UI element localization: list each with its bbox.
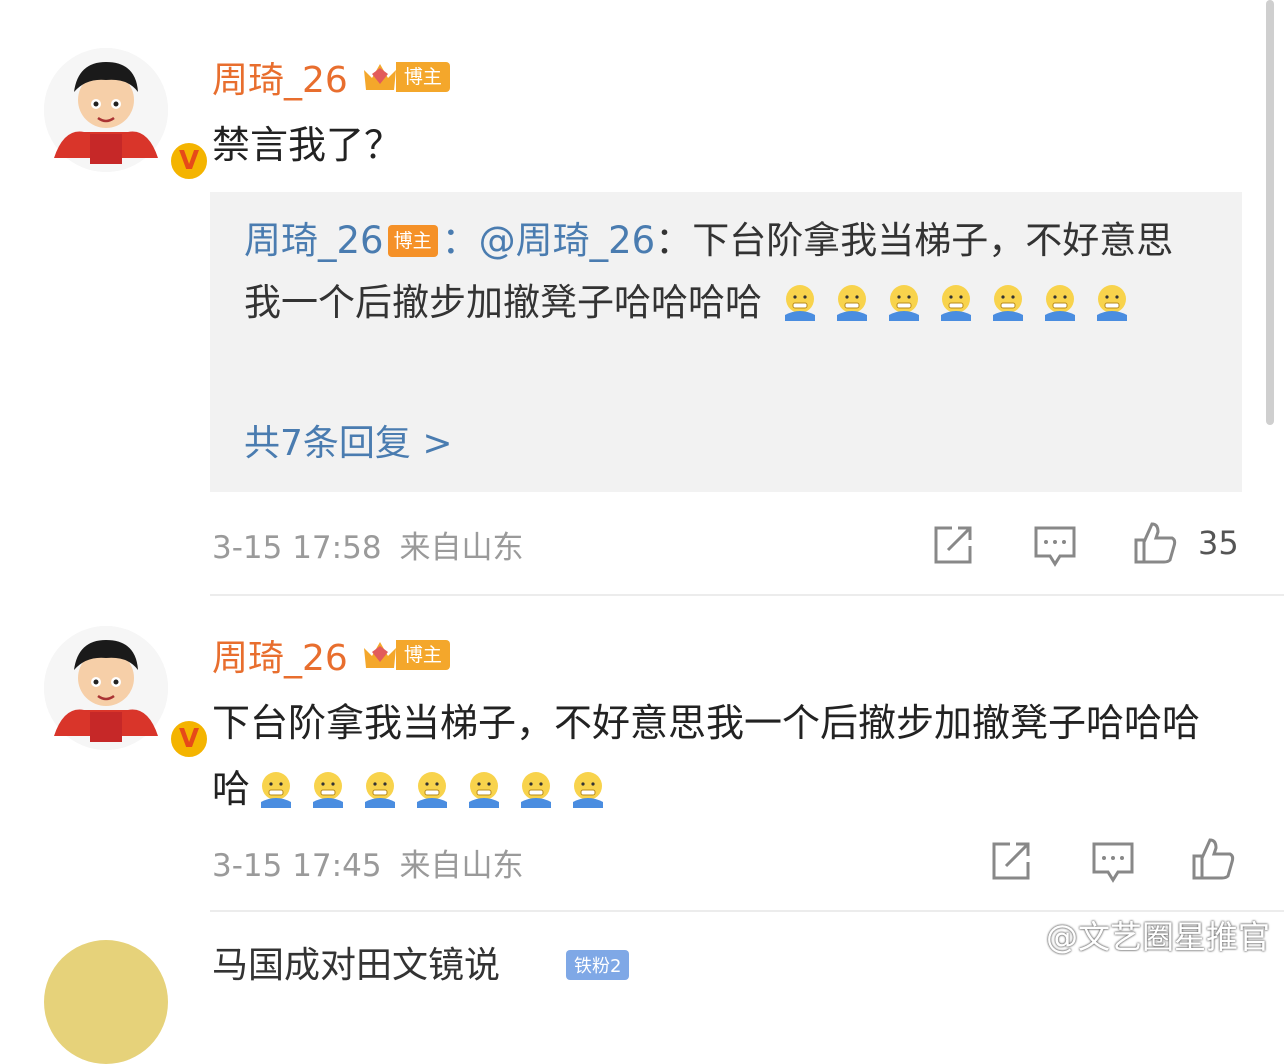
quote-text: 周琦_26 博主 ：@周琦_26：下台阶拿我当梯子，不好意思我一个后撤步加撤凳子哈哈… bbox=[244, 210, 1204, 334]
avatar[interactable]: V bbox=[44, 626, 210, 760]
pray-emoji-icon bbox=[466, 770, 502, 810]
pray-emoji-icon bbox=[990, 283, 1026, 323]
pray-emoji-icon bbox=[782, 283, 818, 323]
pray-emoji-icon bbox=[258, 770, 294, 810]
pray-emoji-icon bbox=[886, 283, 922, 323]
pray-emoji-icon bbox=[570, 770, 606, 810]
quote-mention[interactable]: ：@周琦_26 bbox=[442, 219, 656, 262]
comment-meta: 3-15 17:45 来自山东 bbox=[212, 840, 524, 885]
share-icon[interactable] bbox=[930, 522, 976, 568]
comment-icon[interactable] bbox=[1090, 838, 1136, 884]
pray-emoji-icon bbox=[362, 770, 398, 810]
quote-username[interactable]: 周琦_26 bbox=[244, 219, 384, 262]
pray-emoji-icon bbox=[1042, 283, 1078, 323]
pray-emoji-icon bbox=[414, 770, 450, 810]
blogger-badge: 博主 bbox=[360, 60, 450, 94]
pray-emoji-icon bbox=[834, 283, 870, 323]
crown-icon bbox=[363, 64, 396, 90]
watermark: @文艺圈星推官 bbox=[1045, 918, 1270, 956]
name-row: 周琦_26 博主 bbox=[212, 630, 450, 680]
like-icon[interactable] bbox=[1190, 836, 1236, 882]
name-row: 周琦_26 博主 bbox=[212, 52, 450, 102]
timestamp: 3-15 17:45 bbox=[212, 848, 382, 884]
like-count: 35 bbox=[1198, 524, 1239, 562]
comment-text: 禁言我了？ bbox=[212, 123, 403, 167]
comment-text: 下台阶拿我当梯子，不好意思我一个后撤步加撤凳子哈哈哈哈 bbox=[212, 701, 1201, 811]
pray-emoji-icon bbox=[1094, 283, 1130, 323]
badge-label: 博主 bbox=[395, 62, 450, 92]
verified-icon: V bbox=[168, 140, 210, 182]
verified-icon: V bbox=[168, 718, 210, 760]
fan-badge: 铁粉2 bbox=[566, 950, 630, 980]
share-icon[interactable] bbox=[988, 838, 1034, 884]
pray-emoji-icon bbox=[310, 770, 346, 810]
timestamp: 3-15 17:58 bbox=[212, 530, 382, 566]
like-icon[interactable] bbox=[1132, 520, 1178, 566]
blogger-badge: 博主 bbox=[360, 638, 450, 672]
quoted-reply[interactable]: 周琦_26 博主 ：@周琦_26：下台阶拿我当梯子，不好意思我一个后撤步加撤凳子哈哈… bbox=[210, 192, 1242, 492]
more-replies-link[interactable]: 共7条回复 > bbox=[244, 414, 453, 466]
avatar[interactable]: V bbox=[44, 48, 210, 182]
crown-icon bbox=[363, 642, 396, 668]
comment-icon[interactable] bbox=[1032, 522, 1078, 568]
pray-emoji-icon bbox=[518, 770, 554, 810]
username[interactable]: 马国成对田文镜说 bbox=[212, 936, 500, 988]
location: 来自山东 bbox=[399, 848, 524, 884]
avatar[interactable] bbox=[44, 940, 168, 1064]
scrollbar[interactable] bbox=[1266, 0, 1274, 425]
comment-meta: 3-15 17:58 来自山东 bbox=[212, 522, 524, 567]
blog-tag: 博主 bbox=[387, 225, 438, 257]
pray-emoji-icon bbox=[938, 283, 974, 323]
username[interactable]: 周琦_26 bbox=[212, 51, 348, 103]
badge-label: 博主 bbox=[395, 640, 450, 670]
location: 来自山东 bbox=[399, 530, 524, 566]
divider bbox=[210, 594, 1284, 596]
username[interactable]: 周琦_26 bbox=[212, 629, 348, 681]
